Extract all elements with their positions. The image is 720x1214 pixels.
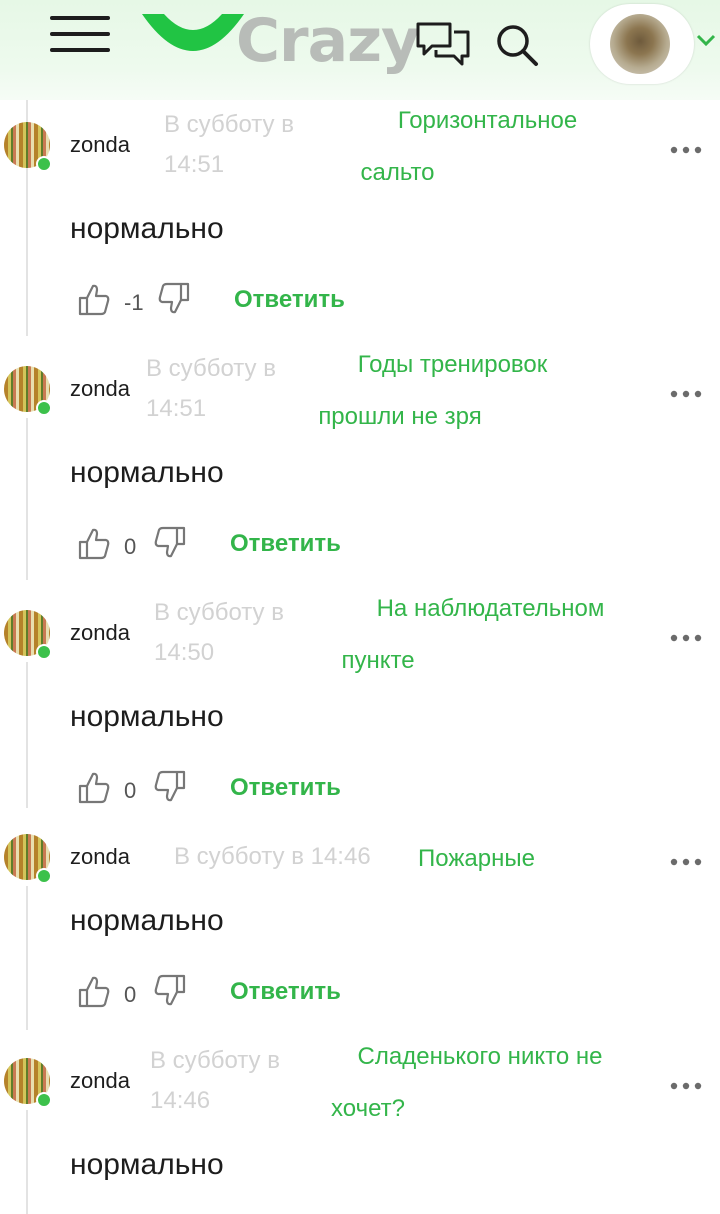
- chevron-down-icon[interactable]: [696, 34, 716, 48]
- comment-actions: -1 Ответить: [0, 282, 720, 322]
- comment-text: нормально: [70, 1148, 224, 1181]
- online-indicator: [36, 868, 52, 884]
- thumbs-up-icon[interactable]: [78, 974, 110, 1008]
- more-options-icon[interactable]: [668, 1076, 704, 1096]
- like-score: -1: [124, 290, 144, 315]
- comment-time: 14:46: [150, 1087, 211, 1114]
- reply-button[interactable]: Ответить: [234, 286, 345, 314]
- comment-username[interactable]: zonda: [70, 844, 130, 870]
- thumbs-up-icon[interactable]: [78, 526, 110, 560]
- post-title-link[interactable]: Сладенького никто не: [300, 1030, 660, 1084]
- post-title-link[interactable]: Годы тренировок: [300, 338, 605, 392]
- thumbs-up-icon[interactable]: [78, 282, 110, 316]
- user-avatar-button[interactable]: [590, 4, 694, 84]
- comment-time: 14:50: [154, 639, 215, 666]
- post-title-link[interactable]: сальто: [330, 146, 465, 200]
- search-icon[interactable]: [494, 22, 540, 68]
- comment-username[interactable]: zonda: [70, 132, 130, 158]
- post-title-link[interactable]: прошли не зря: [300, 390, 500, 444]
- reply-button[interactable]: Ответить: [230, 774, 341, 802]
- comment-username[interactable]: zonda: [70, 376, 130, 402]
- top-bar: Crazy: [0, 0, 720, 100]
- comment-text: нормально: [70, 904, 224, 937]
- like-score: 0: [124, 778, 137, 803]
- chat-icon[interactable]: [414, 20, 472, 66]
- thumbs-down-icon[interactable]: [158, 282, 190, 316]
- comment-username[interactable]: zonda: [70, 620, 130, 646]
- comment-username[interactable]: zonda: [70, 1068, 130, 1094]
- comment-time: 14:51: [146, 395, 207, 422]
- online-indicator: [36, 1092, 52, 1108]
- online-indicator: [36, 156, 52, 172]
- thread-line: [26, 1110, 28, 1214]
- logo-mark: [142, 14, 244, 51]
- reply-button[interactable]: Ответить: [230, 978, 341, 1006]
- post-title-link[interactable]: хочет?: [300, 1082, 436, 1136]
- comment-text: нормально: [70, 700, 224, 733]
- menu-icon[interactable]: [50, 16, 110, 56]
- comment-actions: 0 Ответить: [0, 770, 720, 810]
- post-title-link[interactable]: пункте: [318, 634, 438, 688]
- like-score: 0: [124, 982, 137, 1007]
- comment-time: 14:51: [164, 151, 225, 178]
- online-indicator: [36, 400, 52, 416]
- comment-text: нормально: [70, 456, 224, 489]
- thumbs-down-icon[interactable]: [154, 526, 186, 560]
- reply-button[interactable]: Ответить: [230, 530, 341, 558]
- more-options-icon[interactable]: [668, 852, 704, 872]
- post-title-link[interactable]: На наблюдательном: [318, 582, 663, 636]
- post-title-link[interactable]: Горизонтальное: [330, 94, 645, 148]
- thumbs-down-icon[interactable]: [154, 770, 186, 804]
- more-options-icon[interactable]: [668, 628, 704, 648]
- post-title-link[interactable]: Пожарные: [418, 834, 535, 884]
- comment-date: В субботу в 14:46: [174, 843, 371, 870]
- online-indicator: [36, 644, 52, 660]
- comment-actions: 0 Ответить: [0, 974, 720, 1014]
- more-options-icon[interactable]: [668, 384, 704, 404]
- thumbs-down-icon[interactable]: [154, 974, 186, 1008]
- logo-text[interactable]: Crazy: [236, 2, 420, 80]
- comment-actions: 0 Ответить: [0, 526, 720, 566]
- more-options-icon[interactable]: [668, 140, 704, 160]
- comment-text: нормально: [70, 212, 224, 245]
- thumbs-up-icon[interactable]: [78, 770, 110, 804]
- avatar: [610, 14, 670, 74]
- like-score: 0: [124, 534, 137, 559]
